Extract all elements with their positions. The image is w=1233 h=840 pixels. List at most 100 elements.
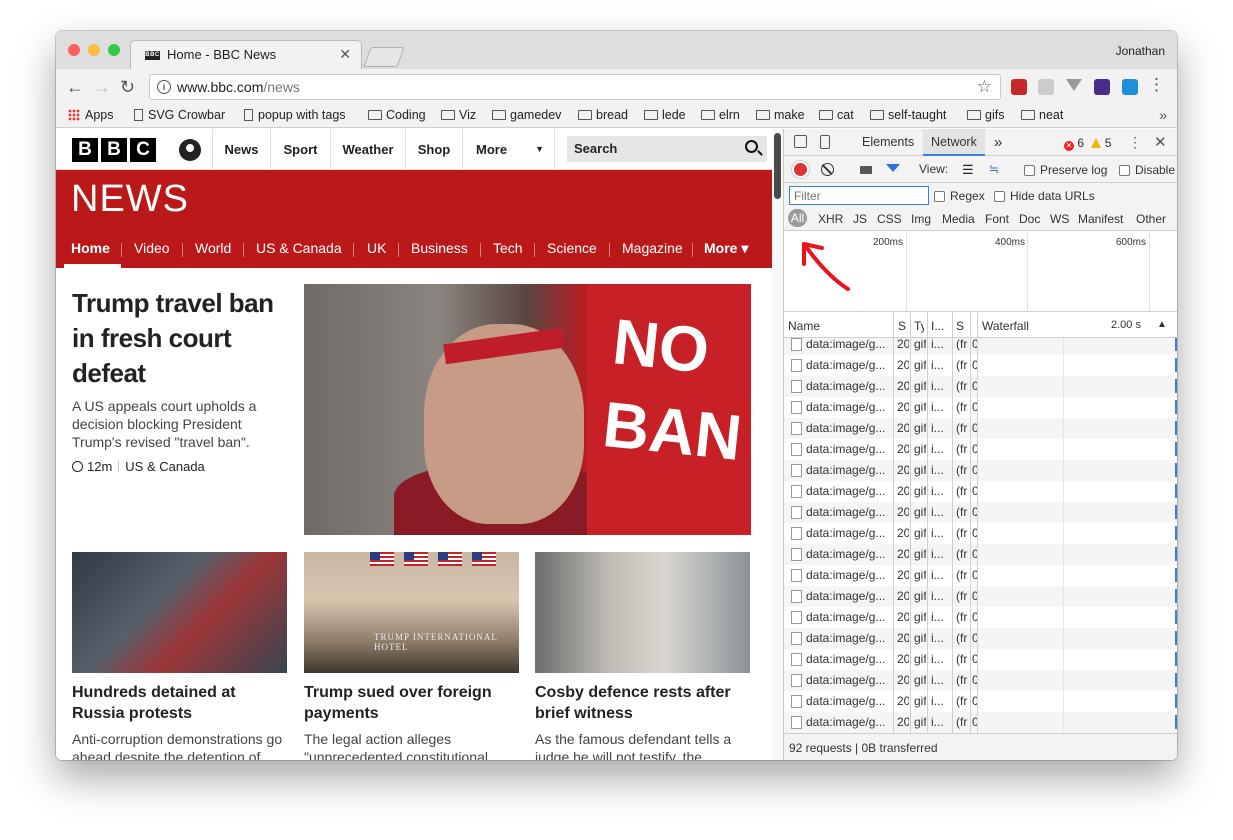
col-name[interactable]: Name: [788, 319, 820, 333]
bbc-logo[interactable]: B B C: [72, 138, 156, 162]
type-filter-img[interactable]: Img: [911, 212, 931, 226]
bookmark-cat[interactable]: cat: [819, 108, 854, 122]
news-wordmark[interactable]: NEWS: [71, 178, 189, 221]
newsnav-magazine[interactable]: Magazine: [622, 240, 683, 256]
lead-image-protester[interactable]: NO BAN: [304, 284, 751, 535]
request-row[interactable]: data:image/g... 20 gif i... (fr 0: [784, 607, 1177, 628]
minimize-window-button[interactable]: [88, 44, 100, 56]
type-filter-js[interactable]: JS: [853, 212, 867, 226]
filter-icon[interactable]: [886, 164, 900, 172]
request-row[interactable]: data:image/g... 20 gif i... (fr 0: [784, 628, 1177, 649]
address-bar[interactable]: i www.bbc.com/news ☆: [149, 74, 1001, 100]
back-icon[interactable]: ←: [66, 77, 84, 98]
request-row[interactable]: data:image/g... 20 gif i... (fr 0: [784, 481, 1177, 502]
search-icon[interactable]: [745, 140, 758, 153]
chrome-menu-icon[interactable]: ⋮: [1148, 75, 1165, 95]
sort-ascending-icon[interactable]: ▲: [1157, 319, 1167, 330]
console-counts[interactable]: ✕ 6 5: [1064, 136, 1111, 151]
extension-vee-icon[interactable]: [1066, 79, 1082, 91]
card-title[interactable]: Trump sued over foreign payments: [304, 682, 519, 724]
star-icon[interactable]: ☆: [977, 77, 992, 97]
newsnav-uk[interactable]: UK: [367, 240, 386, 256]
request-row[interactable]: data:image/g... 20 gif i... (fr 0: [784, 355, 1177, 376]
bookmark-neat[interactable]: neat: [1021, 108, 1063, 122]
record-button[interactable]: [794, 163, 807, 176]
lead-headline[interactable]: Trump travel ban in fresh court defeat: [72, 286, 292, 391]
request-row[interactable]: data:image/g... 20 gif i... (fr 0: [784, 565, 1177, 586]
hide-data-urls-checkbox[interactable]: Hide data URLs: [994, 189, 1095, 203]
disable-cache-checkbox[interactable]: Disable: [1119, 163, 1175, 177]
col-size[interactable]: S: [956, 319, 966, 333]
topnav-news[interactable]: News: [212, 129, 270, 170]
newsnav-us-canada[interactable]: US & Canada: [256, 240, 342, 256]
close-window-button[interactable]: [68, 44, 80, 56]
preserve-log-checkbox[interactable]: Preserve log: [1024, 163, 1107, 177]
bookmark-gamedev[interactable]: gamedev: [492, 108, 561, 122]
bookmarks-overflow-button[interactable]: »: [1159, 107, 1167, 123]
bookmark-apps[interactable]: Apps: [68, 108, 114, 122]
card-image-russia-protests[interactable]: [72, 552, 287, 673]
capture-screenshots-icon[interactable]: [860, 166, 872, 174]
bookmark-svg-crowbar[interactable]: SVG Crowbar: [134, 108, 225, 122]
request-row[interactable]: data:image/g... 20 gif i... (fr 0: [784, 586, 1177, 607]
bookmark-popup-with-tags[interactable]: popup with tags: [244, 108, 346, 122]
filter-input[interactable]: [789, 186, 929, 205]
tab-network[interactable]: Network: [923, 129, 985, 156]
topnav-weather[interactable]: Weather: [330, 129, 405, 170]
card-image-cosby[interactable]: [535, 552, 750, 673]
request-row[interactable]: data:image/g... 20 gif i... (fr 0: [784, 691, 1177, 712]
overview-icon[interactable]: ≒: [989, 162, 999, 176]
bookmark-elrn[interactable]: elrn: [701, 108, 740, 122]
account-icon[interactable]: [179, 139, 201, 161]
newsnav-video[interactable]: Video: [134, 240, 170, 256]
reload-icon[interactable]: ↻: [120, 77, 135, 98]
extension-purple-icon[interactable]: [1094, 79, 1110, 95]
page-scrollbar[interactable]: [772, 129, 783, 760]
request-row[interactable]: data:image/g... 20 gif i... (fr 0: [784, 670, 1177, 691]
extension-shield-icon[interactable]: [1011, 79, 1027, 95]
devtools-menu-icon[interactable]: ⋮: [1128, 134, 1142, 151]
type-filter-ws[interactable]: WS: [1050, 212, 1069, 226]
bookmark-bread[interactable]: bread: [578, 108, 628, 122]
request-row[interactable]: data:image/g... 20 gif i... (fr 0: [784, 460, 1177, 481]
new-tab-button[interactable]: [363, 47, 405, 67]
newsnav-science[interactable]: Science: [547, 240, 597, 256]
card-title[interactable]: Hundreds detained at Russia protests: [72, 682, 287, 724]
type-filter-manifest[interactable]: Manifest: [1078, 212, 1123, 226]
request-row[interactable]: data:image/g... 20 gif i... (fr 0: [784, 439, 1177, 460]
device-toolbar-icon[interactable]: [820, 135, 830, 149]
timeline-overview[interactable]: 200ms 400ms 600ms: [784, 231, 1177, 312]
request-row[interactable]: data:image/g... 20 gif i... (fr 0: [784, 418, 1177, 439]
type-filter-css[interactable]: CSS: [877, 212, 902, 226]
type-filter-other[interactable]: Other: [1136, 212, 1166, 226]
profile-name[interactable]: Jonathan: [1116, 44, 1165, 58]
request-row[interactable]: data:image/g... 20 gif i... (fr 0: [784, 649, 1177, 670]
inspect-element-icon[interactable]: [794, 135, 807, 148]
col-initiator[interactable]: I...: [931, 319, 949, 333]
newsnav-home[interactable]: Home: [71, 240, 110, 256]
type-filter-doc[interactable]: Doc: [1019, 212, 1040, 226]
newsnav-more[interactable]: More ▾: [704, 240, 748, 257]
request-row[interactable]: data:image/g... 20 gif i... (fr 0: [784, 544, 1177, 565]
extension-grey-icon[interactable]: [1038, 79, 1054, 95]
extension-skype-icon[interactable]: [1122, 79, 1138, 95]
info-icon[interactable]: i: [157, 80, 171, 94]
bookmark-lede[interactable]: lede: [644, 108, 686, 122]
type-filter-font[interactable]: Font: [985, 212, 1009, 226]
request-row[interactable]: data:image/g... 20 gif i... (fr 0: [784, 376, 1177, 397]
type-filter-media[interactable]: Media: [942, 212, 975, 226]
bookmark-coding[interactable]: Coding: [368, 108, 426, 122]
card-title[interactable]: Cosby defence rests after brief witness: [535, 682, 750, 724]
topnav-more[interactable]: More ▼: [462, 129, 555, 170]
bookmark-make[interactable]: make: [756, 108, 805, 122]
col-waterfall[interactable]: Waterfall: [982, 319, 1029, 333]
large-rows-icon[interactable]: ☰: [962, 162, 974, 178]
type-filter-xhr[interactable]: XHR: [818, 212, 843, 226]
col-type[interactable]: Ty: [914, 319, 924, 333]
request-row[interactable]: data:image/g... 20 gif i... (fr 0: [784, 502, 1177, 523]
browser-tab[interactable]: BBC Home - BBC News ✕: [130, 40, 362, 69]
more-tabs-icon[interactable]: »: [986, 129, 1010, 156]
request-row[interactable]: data:image/g... 20 gif i... (fr 0: [784, 712, 1177, 733]
newsnav-business[interactable]: Business: [411, 240, 468, 256]
lead-section-link[interactable]: US & Canada: [125, 459, 205, 474]
